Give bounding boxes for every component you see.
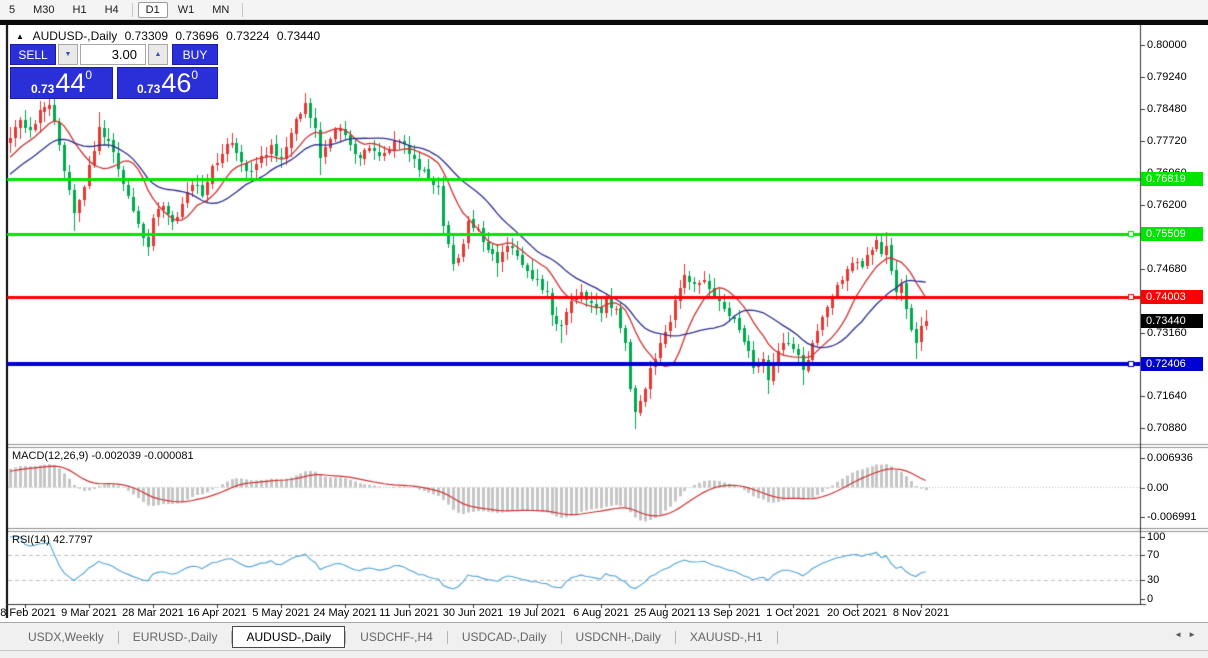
rsi-axis-label: 30 [1147, 574, 1159, 586]
mt4-window: 5M30H1H4 D1W1MN ▲ AUDUSD-,Daily 0.73309 0… [0, 0, 1208, 658]
sell-price-point: 0 [85, 69, 92, 81]
chart-canvas[interactable] [0, 25, 1208, 618]
price-badge: 0.75509 [1141, 227, 1203, 241]
date-label: 13 Sep 2021 [698, 607, 760, 619]
date-label: 25 Aug 2021 [634, 607, 696, 619]
timeframe-button-mn[interactable]: MN [204, 2, 237, 18]
sell-price-pips: 44 [55, 71, 85, 96]
date-label: 5 May 2021 [252, 607, 309, 619]
date-label: 24 May 2021 [313, 607, 377, 619]
price-tick: 0.79240 [1147, 71, 1187, 83]
timeframe-button-h4[interactable]: H4 [97, 2, 127, 18]
date-label: 11 Jun 2021 [379, 607, 439, 619]
macd-axis-label: 0.00 [1147, 482, 1168, 494]
price-tick: 0.77720 [1147, 135, 1187, 147]
collapse-panel-icon[interactable]: ▲ [16, 32, 24, 41]
date-label: 20 Oct 2021 [827, 607, 887, 619]
date-label: 16 Apr 2021 [187, 607, 246, 619]
chart-tab-usdcad-[interactable]: USDCAD-,Daily [448, 626, 561, 648]
timeframe-button-h1[interactable]: H1 [65, 2, 95, 18]
rsi-axis-label: 0 [1147, 593, 1153, 605]
date-label: 19 Jul 2021 [509, 607, 566, 619]
timeframe-button-d1[interactable]: D1 [138, 2, 168, 18]
macd-axis-label: -0.006991 [1147, 511, 1197, 523]
timeframe-button-m30[interactable]: M30 [25, 2, 62, 18]
rsi-axis-label: 70 [1147, 549, 1159, 561]
buy-price-prefix: 0.73 [137, 82, 160, 96]
buy-button[interactable]: BUY [172, 44, 218, 65]
price-badge: 0.76819 [1141, 172, 1203, 186]
macd-indicator-label: MACD(12,26,9) -0.002039 -0.000081 [12, 450, 194, 462]
high-value: 0.73696 [175, 29, 218, 43]
date-label: 18 Feb 2021 [0, 607, 56, 619]
chart-tab-xauusd-[interactable]: XAUUSD-,H1 [676, 626, 777, 648]
tab-scroll-nav: ◄► [1174, 630, 1202, 639]
tab-scroll-right-icon[interactable]: ► [1188, 630, 1202, 639]
tab-scroll-left-icon[interactable]: ◄ [1174, 630, 1188, 639]
rsi-axis-label: 100 [1147, 531, 1165, 543]
chart-tab-audusd-[interactable]: AUDUSD-,Daily [232, 626, 345, 648]
price-tick: 0.71640 [1147, 390, 1187, 402]
price-tick: 0.70880 [1147, 422, 1187, 434]
chart-tab-bar: USDX,WeeklyEURUSD-,DailyAUDUSD-,DailyUSD… [0, 622, 1208, 651]
symbol-label: AUDUSD-,Daily [33, 29, 118, 43]
close-value: 0.73440 [277, 29, 320, 43]
date-label: 30 Jun 2021 [443, 607, 504, 619]
date-label: 8 Nov 2021 [893, 607, 949, 619]
chart-tab-usdx[interactable]: USDX,Weekly [14, 626, 118, 648]
price-tick: 0.76200 [1147, 199, 1187, 211]
chart-tab-eurusd-[interactable]: EURUSD-,Daily [119, 626, 232, 648]
timeframe-button-w1[interactable]: W1 [170, 2, 203, 18]
macd-axis-label: 0.006936 [1147, 452, 1193, 464]
price-badge: 0.72406 [1141, 357, 1203, 371]
tab-separator [777, 631, 778, 644]
toolbar-separator [132, 3, 133, 17]
symbol-ohlc-header: ▲ AUDUSD-,Daily 0.73309 0.73696 0.73224 … [16, 29, 324, 43]
low-value: 0.73224 [226, 29, 269, 43]
chart-tab-usdcnh-[interactable]: USDCNH-,Daily [562, 626, 675, 648]
buy-price-box[interactable]: 0.73 46 0 [117, 67, 218, 99]
sell-button[interactable]: SELL [10, 44, 56, 65]
status-bar [0, 650, 1208, 658]
date-label: 9 Mar 2021 [61, 607, 117, 619]
rsi-value: 42.7797 [53, 534, 93, 546]
volume-decrease-button[interactable]: ▼ [58, 44, 78, 65]
price-tick: 0.80000 [1147, 39, 1187, 51]
price-tick: 0.78480 [1147, 103, 1187, 115]
one-click-trading-panel: SELL ▼ 3.00 ▲ BUY 0.73 44 0 0.73 46 0 [10, 44, 220, 99]
price-badge: 0.73440 [1141, 314, 1203, 328]
toolbar-separator [242, 3, 243, 17]
sell-price-box[interactable]: 0.73 44 0 [10, 67, 113, 99]
open-value: 0.73309 [125, 29, 168, 43]
date-label: 6 Aug 2021 [573, 607, 629, 619]
volume-input[interactable]: 3.00 [80, 44, 146, 65]
chart-tab-usdchf-[interactable]: USDCHF-,H4 [346, 626, 447, 648]
rsi-indicator-label: RSI(14) 42.7797 [12, 534, 93, 546]
price-tick: 0.73160 [1147, 327, 1187, 339]
timeframe-button-5[interactable]: 5 [1, 2, 23, 18]
price-badge: 0.74003 [1141, 290, 1203, 304]
timeframe-toolbar: 5M30H1H4 D1W1MN [0, 0, 1208, 20]
buy-price-pips: 46 [161, 71, 191, 96]
sell-price-prefix: 0.73 [31, 82, 54, 96]
volume-increase-button[interactable]: ▲ [148, 44, 168, 65]
date-label: 28 Mar 2021 [122, 607, 184, 619]
buy-price-point: 0 [191, 69, 198, 81]
price-tick: 0.74680 [1147, 263, 1187, 275]
macd-values: -0.002039 -0.000081 [91, 450, 193, 462]
date-label: 1 Oct 2021 [766, 607, 820, 619]
